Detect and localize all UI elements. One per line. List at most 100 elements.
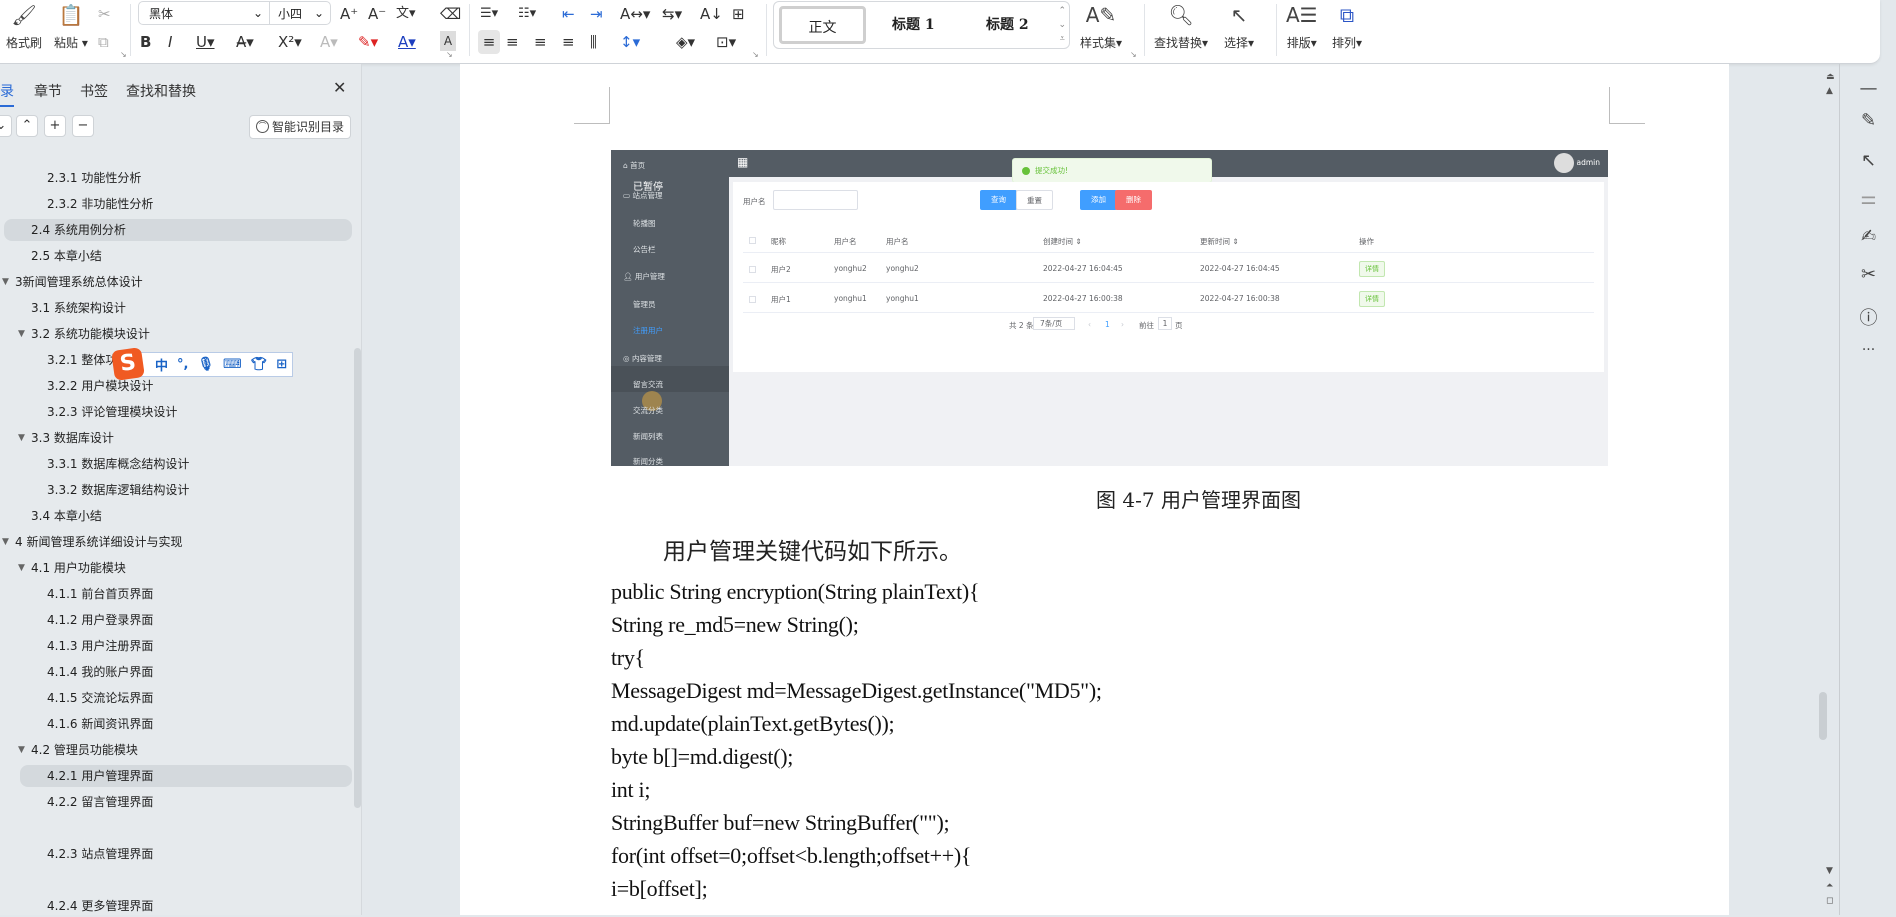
expand-arrow-icon[interactable]: ▼ — [2, 531, 9, 553]
tools-icon[interactable]: ✂ — [1840, 264, 1896, 285]
add-heading-button[interactable]: + — [44, 115, 66, 137]
style-set-button[interactable]: A✎ 样式集▾ — [1080, 2, 1122, 51]
toc-item[interactable]: 3.3.1 数据库概念结构设计 — [0, 453, 352, 475]
expand-arrow-icon[interactable]: ▼ — [18, 427, 25, 449]
underline-button[interactable]: U▾ — [196, 30, 215, 54]
close-icon[interactable]: ✕ — [333, 78, 346, 97]
sliders-icon[interactable]: ⚌ — [1840, 188, 1896, 209]
toc-item[interactable]: ▼ 3.2 系统功能模块设计 — [0, 323, 352, 345]
toc-item[interactable]: 3.3.2 数据库逻辑结构设计 — [0, 479, 352, 501]
dialog-launcher-icon[interactable]: ↘ — [120, 50, 127, 59]
distribute-button[interactable]: ⫼ — [590, 30, 597, 54]
gallery-scroll[interactable]: ⌃ ⌄ ⩡ — [1058, 4, 1066, 46]
arrange-button[interactable]: ⧉ 排列▾ — [1332, 2, 1362, 51]
numbered-list-icon[interactable]: ☷▾ — [518, 2, 536, 26]
toc-item[interactable]: 4.1.4 我的账户界面 — [0, 661, 352, 683]
pen-icon[interactable]: ✎ — [1840, 110, 1896, 131]
scroll-down-icon[interactable]: ▼ — [1826, 866, 1833, 876]
toc-item[interactable]: 2.5 本章小结 — [0, 245, 352, 267]
remove-heading-button[interactable]: − — [72, 115, 94, 137]
toc-item[interactable]: 4.1.3 用户注册界面 — [0, 635, 352, 657]
italic-button[interactable]: I — [168, 30, 172, 54]
strikethrough-button[interactable]: A̶▾ — [236, 30, 254, 54]
borders-icon[interactable]: ⊡▾ — [716, 30, 736, 54]
tab-toc[interactable]: 目录 — [0, 81, 14, 107]
more-icon[interactable]: ··· — [1840, 342, 1896, 358]
sort-icon[interactable]: A↓ — [700, 2, 723, 26]
toc-item[interactable]: ▼ 4.2 管理员功能模块 — [0, 739, 352, 761]
apps-grid-icon[interactable]: ⊞ — [276, 357, 287, 372]
minimize-icon[interactable]: — — [1840, 78, 1896, 99]
toc-item[interactable]: ▼ 3新闻管理系统总体设计 — [0, 271, 352, 293]
align-left-button[interactable]: ≡ — [478, 30, 500, 54]
tab-chapters[interactable]: 章节 — [34, 81, 62, 101]
split-view-icon[interactable]: ⏏ — [1826, 72, 1835, 82]
font-size-select[interactable]: 小四 ⌄ — [270, 5, 330, 22]
ime-mode-toggle[interactable]: 中 — [155, 355, 168, 374]
toc-item[interactable]: 4.2.2 留言管理界面 — [0, 791, 352, 813]
toc-item[interactable]: 3.2.3 评论管理模块设计 — [0, 401, 352, 423]
pinyin-icon[interactable]: 文▾ — [396, 2, 416, 26]
highlight-color-button[interactable]: ✎▾ — [358, 30, 378, 54]
toc-item[interactable]: 2.3.2 非功能性分析 — [0, 193, 352, 215]
keyboard-icon[interactable]: ⌨ — [223, 357, 242, 372]
dialog-launcher-icon[interactable]: ↘ — [1130, 50, 1137, 59]
paste-button[interactable]: 📋 粘贴 ▾ — [54, 2, 88, 51]
smart-toc-button[interactable]: ⌒ 智能识别目录 — [249, 115, 351, 139]
char-shading-button[interactable]: A — [440, 31, 456, 51]
style-heading-1[interactable]: 标题 1 — [892, 6, 935, 44]
toc-item[interactable]: 4.1.6 新闻资讯界面 — [0, 713, 352, 735]
tab-bookmarks[interactable]: 书签 — [80, 81, 108, 101]
style-heading-2[interactable]: 标题 2 — [986, 6, 1029, 44]
justify-button[interactable]: ≡ — [562, 30, 575, 54]
text-direction-icon[interactable]: ⇆▾ — [662, 2, 682, 26]
line-spacing-icon[interactable]: ↕▾ — [620, 30, 640, 54]
ime-punct-toggle[interactable]: °, — [177, 357, 188, 372]
expand-all-button[interactable]: ⌄ — [0, 115, 12, 137]
table-grid-icon[interactable]: ⊞ — [732, 2, 745, 26]
copy-icon[interactable]: ⧉ — [98, 30, 109, 54]
dialog-launcher-icon[interactable]: ↘ — [752, 50, 759, 59]
find-replace-button[interactable]: 🔍︎ 查找替换▾ — [1154, 2, 1208, 51]
document-scrollbar[interactable] — [1812, 64, 1836, 915]
toc-item[interactable]: 4.2.4 更多管理界面 — [0, 895, 352, 917]
text-effect-button[interactable]: A▾ — [320, 30, 338, 54]
expand-arrow-icon[interactable]: ▼ — [2, 271, 9, 293]
font-color-button[interactable]: A▾ — [398, 30, 416, 54]
microphone-icon[interactable]: 🎙︎ — [197, 357, 214, 372]
toc-item[interactable]: 4.1.5 交流论坛界面 — [0, 687, 352, 709]
toc-item[interactable]: 2.4 系统用例分析 — [4, 219, 352, 241]
select-browse-icon[interactable]: ◻ — [1826, 896, 1833, 906]
bullet-list-icon[interactable]: ☰▾ — [480, 2, 498, 26]
char-spacing-icon[interactable]: A↔▾ — [620, 2, 650, 26]
panel-scrollbar[interactable] — [354, 348, 361, 808]
toc-item[interactable]: 3.2.2 用户模块设计 — [0, 375, 352, 397]
eraser-icon[interactable]: ⌫ — [440, 2, 461, 26]
grow-font-icon[interactable]: A⁺ — [340, 2, 358, 26]
toc-item[interactable]: ▼ 4.1 用户功能模块 — [0, 557, 352, 579]
tab-find-replace[interactable]: 查找和替换 — [126, 81, 196, 101]
align-right-button[interactable]: ≡ — [534, 30, 547, 54]
style-brush-icon[interactable]: ✍ — [1840, 226, 1896, 247]
shrink-font-icon[interactable]: A⁻ — [368, 2, 386, 26]
select-button[interactable]: ↖ 选择▾ — [1224, 2, 1254, 51]
document-page[interactable]: ⌂ 首页 已暂停 ▭ 站点管理 轮播图 公告栏 👤︎ 用户管理 管理员 注册用户… — [460, 64, 1729, 915]
format-painter-button[interactable]: 🖌 格式刷 — [6, 2, 42, 51]
layout-button[interactable]: A☰ 排版▾ — [1286, 2, 1318, 51]
cursor-icon[interactable]: ↖ — [1840, 150, 1896, 171]
toc-item[interactable]: 3.1 系统架构设计 — [0, 297, 352, 319]
superscript-button[interactable]: X²▾ — [278, 30, 302, 54]
align-center-button[interactable]: ≡ — [506, 30, 519, 54]
skin-shirt-icon[interactable]: 👕︎ — [251, 357, 268, 372]
collapse-up-button[interactable]: ⌃ — [16, 115, 38, 137]
font-name-select[interactable]: 黑体 ⌄ — [139, 2, 270, 24]
scroll-up-icon[interactable]: ▲ — [1826, 86, 1833, 96]
scrollbar-thumb[interactable] — [1819, 692, 1827, 740]
increase-indent-icon[interactable]: ⇥ — [590, 2, 603, 26]
prev-page-icon[interactable]: ⏶ — [1826, 881, 1833, 891]
expand-arrow-icon[interactable]: ▼ — [18, 323, 25, 345]
expand-arrow-icon[interactable]: ▼ — [18, 557, 25, 579]
embedded-screenshot[interactable]: ⌂ 首页 已暂停 ▭ 站点管理 轮播图 公告栏 👤︎ 用户管理 管理员 注册用户… — [611, 150, 1608, 466]
help-icon[interactable]: ⓘ — [1840, 304, 1896, 330]
cut-icon[interactable]: ✂ — [98, 2, 111, 26]
